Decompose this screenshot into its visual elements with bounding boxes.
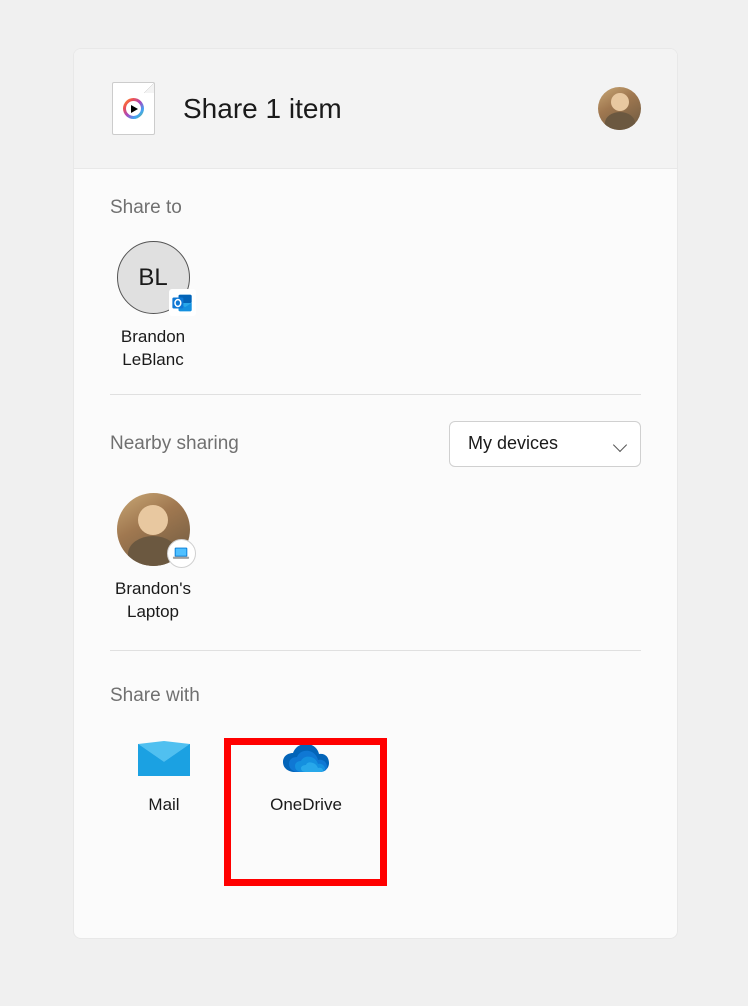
share-to-label: Share to [110, 197, 641, 219]
device-name: Brandon's Laptop [115, 578, 191, 624]
divider [110, 394, 641, 395]
divider [110, 650, 641, 651]
app-label: OneDrive [270, 795, 342, 815]
dialog-header: Share 1 item [74, 49, 677, 169]
contact-initials: BL [138, 264, 167, 292]
share-to-section: Share to BL [110, 197, 641, 395]
contact-name: Brandon LeBlanc [121, 326, 185, 372]
share-with-section: Share with Mail [110, 685, 641, 823]
app-label: Mail [148, 795, 179, 815]
dialog-title: Share 1 item [183, 93, 598, 125]
mail-icon [134, 733, 194, 785]
contact-brandon-leblanc[interactable]: BL Brandon LeBlanc [108, 241, 198, 372]
file-icon [112, 82, 155, 135]
device-brandons-laptop[interactable]: Brandon's Laptop [108, 493, 198, 624]
laptop-icon [167, 539, 196, 568]
user-avatar[interactable] [598, 87, 641, 130]
share-dialog: Share 1 item Share to BL [73, 48, 678, 939]
mail-tile[interactable]: Mail [109, 717, 219, 823]
nearby-sharing-label: Nearby sharing [110, 433, 239, 455]
onedrive-icon [276, 733, 336, 785]
chevron-down-icon [614, 438, 626, 450]
onedrive-tile[interactable]: OneDrive [251, 717, 361, 823]
nearby-sharing-section: Nearby sharing My devices [110, 421, 641, 651]
share-with-label: Share with [110, 685, 641, 707]
dropdown-selected-label: My devices [468, 433, 614, 454]
nearby-scope-dropdown[interactable]: My devices [449, 421, 641, 467]
outlook-icon [169, 289, 196, 316]
